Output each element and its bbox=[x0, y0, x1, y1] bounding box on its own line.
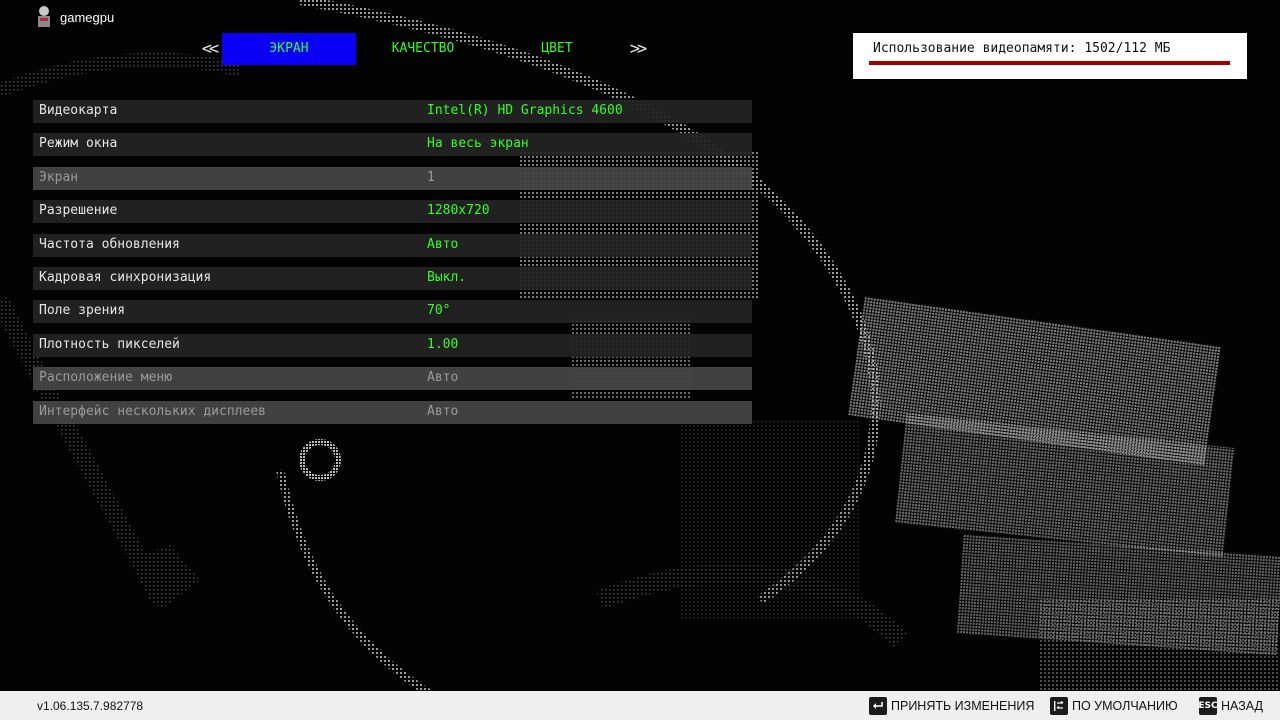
reset-default-button[interactable]: ПО УМОЛЧАНИЮ bbox=[1050, 694, 1178, 717]
vram-usage-panel: Использование видеопамяти: 1502/112 МБ bbox=[853, 33, 1247, 79]
setting-label: Частота обновления bbox=[39, 236, 180, 252]
apply-changes-label: ПРИНЯТЬ ИЗМЕНЕНИЯ bbox=[891, 698, 1035, 713]
setting-label: Плотность пикселей bbox=[39, 336, 180, 352]
tab-prev-arrow[interactable]: << bbox=[196, 39, 222, 59]
setting-label: Режим окна bbox=[39, 136, 118, 152]
back-label: НАЗАД bbox=[1221, 698, 1263, 713]
setting-value: 70° bbox=[427, 303, 451, 319]
setting-value: Авто bbox=[427, 403, 459, 419]
graphics-settings-screen: gamegpu << ЭКРАН КАЧЕСТВО ЦВЕТ >> Исполь… bbox=[0, 0, 1280, 720]
setting-label: Разрешение bbox=[39, 203, 118, 219]
username: gamegpu bbox=[60, 9, 115, 25]
setting-row-menu-position[interactable]: Расположение меню Авто bbox=[33, 367, 752, 391]
settings-tabs: << ЭКРАН КАЧЕСТВО ЦВЕТ >> bbox=[196, 33, 650, 65]
tab-next-arrow[interactable]: >> bbox=[624, 39, 650, 59]
setting-row-refresh-rate[interactable]: Частота обновления Авто bbox=[33, 233, 752, 257]
esc-key-icon: ESC bbox=[1198, 696, 1218, 715]
setting-value: 1.00 bbox=[427, 336, 459, 352]
settings-list: Видеокарта Intel(R) HD Graphics 4600 Реж… bbox=[33, 100, 752, 434]
setting-row-vsync[interactable]: Кадровая синхронизация Выкл. bbox=[33, 266, 752, 290]
setting-label: Интерфейс нескольких дисплеев bbox=[39, 403, 266, 419]
setting-value: На весь экран bbox=[427, 136, 529, 152]
setting-value: Выкл. bbox=[427, 269, 467, 285]
tab-screen[interactable]: ЭКРАН bbox=[222, 33, 356, 65]
user-badge: gamegpu bbox=[34, 4, 114, 30]
tab-color[interactable]: ЦВЕТ bbox=[490, 33, 624, 65]
setting-row-window-mode[interactable]: Режим окна На весь экран bbox=[33, 133, 752, 157]
reset-key-icon bbox=[1050, 696, 1068, 715]
setting-label: Поле зрения bbox=[39, 303, 126, 319]
setting-label: Расположение меню bbox=[39, 370, 173, 386]
vram-usage-bar-fill bbox=[869, 61, 1230, 65]
tab-quality[interactable]: КАЧЕСТВО bbox=[356, 33, 490, 65]
setting-row-multi-display-interface[interactable]: Интерфейс нескольких дисплеев Авто bbox=[33, 400, 752, 424]
avatar bbox=[34, 5, 54, 29]
apply-changes-button[interactable]: ПРИНЯТЬ ИЗМЕНЕНИЯ bbox=[869, 694, 1034, 717]
vram-usage-label: Использование видеопамяти: 1502/112 МБ bbox=[873, 41, 1171, 56]
setting-value: Авто bbox=[427, 370, 459, 386]
setting-row-resolution[interactable]: Разрешение 1280x720 bbox=[33, 200, 752, 224]
setting-label: Экран bbox=[39, 169, 79, 185]
reset-default-label: ПО УМОЛЧАНИЮ bbox=[1072, 698, 1178, 713]
version-label: v1.06.135.7.982778 bbox=[37, 699, 144, 713]
setting-value: Intel(R) HD Graphics 4600 bbox=[427, 103, 623, 118]
setting-value: 1280x720 bbox=[427, 203, 490, 219]
vram-usage-bar bbox=[869, 61, 1230, 65]
setting-row-field-of-view[interactable]: Поле зрения 70° bbox=[33, 300, 752, 324]
back-button[interactable]: ESC НАЗАД bbox=[1198, 694, 1263, 717]
setting-row-pixel-density[interactable]: Плотность пикселей 1.00 bbox=[33, 333, 752, 357]
setting-row-graphics-card[interactable]: Видеокарта Intel(R) HD Graphics 4600 bbox=[33, 100, 752, 123]
setting-value: Авто bbox=[427, 236, 459, 252]
setting-row-display[interactable]: Экран 1 bbox=[33, 166, 752, 190]
setting-value: 1 bbox=[427, 169, 435, 185]
enter-key-icon bbox=[869, 696, 887, 715]
setting-label: Видеокарта bbox=[39, 103, 118, 118]
footer-bar: v1.06.135.7.982778 ПРИНЯТЬ ИЗМЕНЕНИЯ ПО … bbox=[0, 691, 1280, 720]
setting-label: Кадровая синхронизация bbox=[39, 269, 212, 285]
